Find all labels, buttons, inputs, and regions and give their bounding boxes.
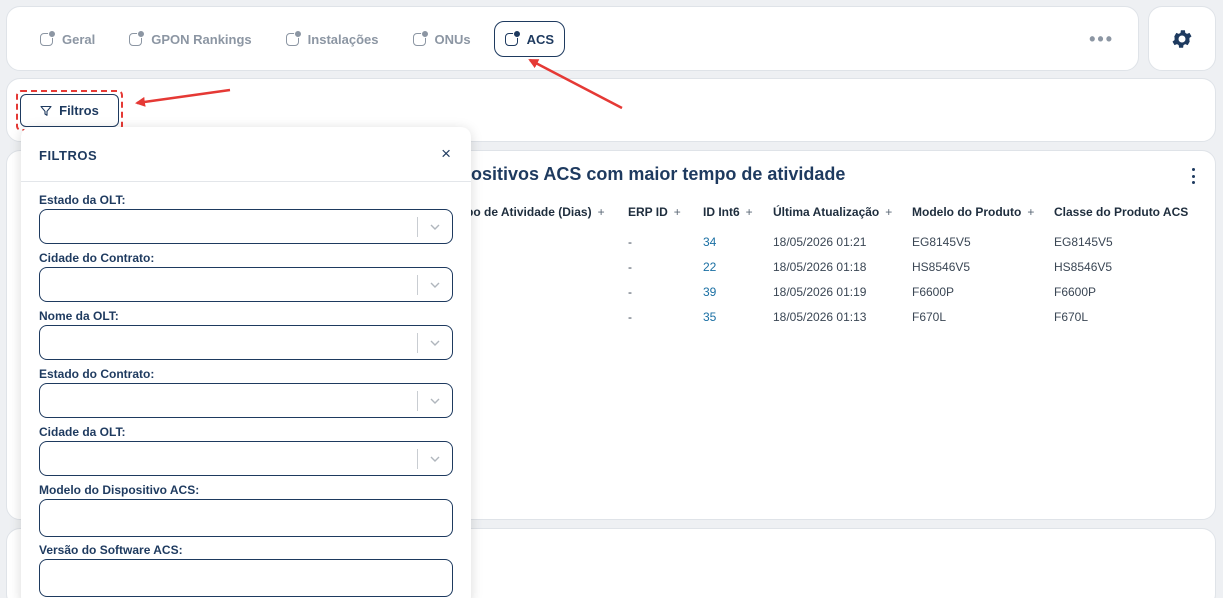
field-label-acs-device-model: Modelo do Dispositivo ACS: <box>39 483 200 497</box>
contract-city-select[interactable] <box>39 267 453 302</box>
cell-product-model: F670L <box>912 310 947 324</box>
settings-card <box>1148 6 1216 71</box>
widget-menu-icon[interactable] <box>1190 168 1196 184</box>
tab-onus[interactable]: ONUs <box>402 21 482 57</box>
column-header-product-class[interactable]: Classe do Produto ACS <box>1054 205 1188 219</box>
cell-last-update: 18/05/2026 01:21 <box>773 235 867 249</box>
column-header-product-model[interactable]: Modelo do Produto + <box>912 205 1034 219</box>
filters-panel: FILTROS × Estado da OLT: Cidade do Contr… <box>21 127 471 598</box>
filters-button[interactable]: Filtros <box>20 94 119 127</box>
more-options-icon[interactable]: ••• <box>1089 29 1114 50</box>
tab-instalacoes[interactable]: Instalações <box>275 21 390 57</box>
contract-state-select[interactable] <box>39 383 453 418</box>
tab-label: Geral <box>62 31 96 47</box>
column-header-last-update[interactable]: Última Atualização + <box>773 205 892 219</box>
cell-id-link[interactable]: 35 <box>703 310 716 324</box>
tab-icon <box>285 29 302 46</box>
cell-id-link[interactable]: 22 <box>703 260 716 274</box>
filters-button-highlight: Filtros <box>16 90 123 131</box>
olt-name-select[interactable] <box>39 325 453 360</box>
filters-button-label: Filtros <box>59 103 99 118</box>
tab-acs[interactable]: ACS <box>493 21 566 57</box>
close-icon[interactable]: × <box>441 144 451 164</box>
tab-icon <box>412 29 429 46</box>
tabs-bar: Geral GPON Rankings Instalações ONUs ACS… <box>6 6 1139 71</box>
filters-panel-header: FILTROS × <box>21 127 471 182</box>
chevron-down-icon <box>430 340 440 346</box>
cell-id-link[interactable]: 34 <box>703 235 716 249</box>
cell-last-update: 18/05/2026 01:19 <box>773 285 867 299</box>
tab-list: Geral GPON Rankings Instalações ONUs ACS <box>29 21 577 57</box>
filters-panel-title: FILTROS <box>39 148 98 163</box>
cell-erp-id: - <box>628 310 632 324</box>
tab-label: ACS <box>526 31 555 47</box>
field-label-contract-city: Cidade do Contrato: <box>39 251 155 265</box>
chevron-down-icon <box>430 398 440 404</box>
cell-last-update: 18/05/2026 01:18 <box>773 260 867 274</box>
tab-gpon-rankings[interactable]: GPON Rankings <box>118 21 262 57</box>
widget-title: positivos ACS com maior tempo de ativida… <box>460 164 846 184</box>
chevron-down-icon <box>430 282 440 288</box>
olt-state-select[interactable] <box>39 209 453 244</box>
column-header-erp-id[interactable]: ERP ID + <box>628 205 681 219</box>
tab-icon <box>129 29 146 46</box>
tab-geral[interactable]: Geral <box>29 21 106 57</box>
field-label-olt-state: Estado da OLT: <box>39 193 126 207</box>
cell-erp-id: - <box>628 260 632 274</box>
cell-product-model: F6600P <box>912 285 955 299</box>
tab-icon <box>40 29 56 46</box>
cell-erp-id: - <box>628 285 632 299</box>
field-label-contract-state: Estado do Contrato: <box>39 367 155 381</box>
field-label-olt-city: Cidade da OLT: <box>39 425 126 439</box>
acs-device-model-input[interactable] <box>39 499 453 537</box>
olt-city-select[interactable] <box>39 441 453 476</box>
gear-icon[interactable] <box>1170 27 1194 51</box>
cell-product-class: HS8546V5 <box>1054 260 1113 274</box>
cell-erp-id: - <box>628 235 632 249</box>
cell-id-link[interactable]: 39 <box>703 285 716 299</box>
cell-product-model: HS8546V5 <box>912 260 971 274</box>
field-label-acs-software-version: Versão do Software ACS: <box>39 543 183 557</box>
chevron-down-icon <box>430 456 440 462</box>
funnel-icon <box>40 105 52 116</box>
cell-product-class: EG8145V5 <box>1054 235 1113 249</box>
cell-product-class: F6600P <box>1054 285 1097 299</box>
tab-label: Instalações <box>307 31 379 47</box>
cell-product-class: F670L <box>1054 310 1089 324</box>
chevron-down-icon <box>430 224 440 230</box>
column-header-uptime[interactable]: po de Atividade (Dias) + <box>466 205 605 219</box>
cell-last-update: 18/05/2026 01:13 <box>773 310 867 324</box>
acs-software-version-input[interactable] <box>39 559 453 597</box>
tab-label: GPON Rankings <box>151 31 252 47</box>
cell-product-model: EG8145V5 <box>912 235 971 249</box>
tab-icon <box>504 29 521 46</box>
field-label-olt-name: Nome da OLT: <box>39 309 119 323</box>
tab-label: ONUs <box>434 31 471 47</box>
column-header-id-int6[interactable]: ID Int6 + <box>703 205 753 219</box>
